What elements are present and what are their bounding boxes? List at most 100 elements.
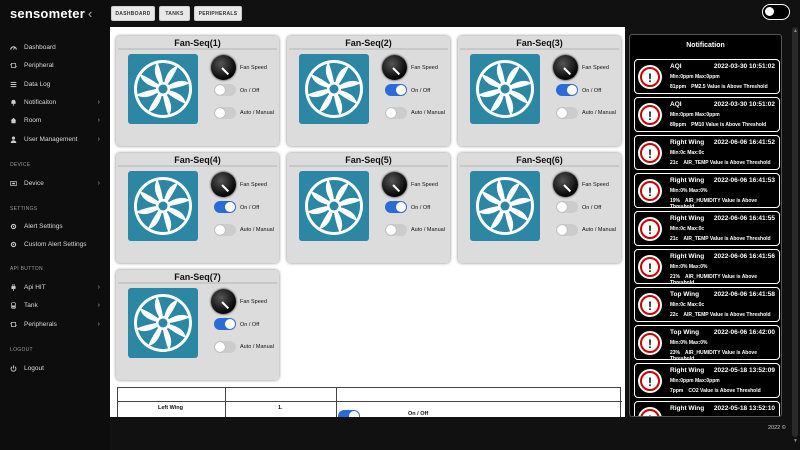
sidebar-item-custom-alert-settings[interactable]: Custom Alert Settings [0, 237, 110, 251]
switch-knob [225, 202, 235, 212]
sidebar-item-label: Alert Settings [24, 222, 63, 230]
notification-item[interactable]: ! Right Wing 2022-06-06 16:41:56 Min:0% Max… [634, 249, 780, 286]
alert-icon: ! [638, 179, 662, 203]
notification-item[interactable]: ! AQI 2022-03-30 10:51:02 Min:0ppm Max:0ppm… [634, 97, 780, 132]
switch-knob [215, 225, 225, 235]
alert-icon: ! [638, 407, 662, 416]
power-icon [10, 365, 17, 372]
fan-speed-label: Fan Speed [582, 182, 609, 188]
switch-knob [215, 85, 225, 95]
sidebar-item-label: Logout [24, 364, 44, 372]
fan-speed-knob[interactable] [211, 55, 236, 80]
auto-manual-switch[interactable] [385, 107, 407, 119]
notification-item[interactable]: ! Right Wing 2022-05-18 13:52:09 Min:0ppm M… [634, 363, 780, 398]
theme-toggle[interactable] [762, 4, 790, 20]
on-off-switch[interactable] [556, 201, 578, 213]
sidebar-item-room[interactable]: Room › [0, 113, 110, 127]
notification-value: 22c [670, 312, 679, 318]
tab-peripherals[interactable]: PERIPHERALS [194, 6, 242, 21]
table-cell-number: 1. [278, 405, 283, 411]
on-off-switch[interactable] [385, 201, 407, 213]
fan-speed-knob[interactable] [382, 172, 407, 197]
auto-manual-switch[interactable] [214, 107, 236, 119]
auto-manual-switch[interactable] [556, 107, 578, 119]
sidebar-item-label: Api HIT [24, 283, 46, 291]
fan-icon [128, 288, 198, 358]
sidebar-item-peripheral[interactable]: Peripheral [0, 58, 110, 72]
auto-manual-label: Auto / Manual [582, 110, 616, 116]
notification-value: 81ppm [670, 84, 687, 90]
on-off-switch[interactable] [214, 318, 236, 330]
auto-manual-label: Auto / Manual [411, 227, 445, 233]
section-title-api: API BUTTON [10, 266, 43, 272]
notification-minmax: Min:0% Max:0% [670, 340, 708, 346]
sidebar-item-alert-settings[interactable]: Alert Settings [0, 219, 110, 233]
fan-speed-label: Fan Speed [240, 65, 267, 71]
tab-dashboard[interactable]: DASHBOARD [111, 6, 155, 21]
auto-manual-label: Auto / Manual [582, 227, 616, 233]
on-off-switch[interactable] [385, 84, 407, 96]
switch-knob [557, 202, 567, 212]
notification-location: Right Wing [670, 367, 705, 374]
on-off-label: On / Off [240, 205, 260, 211]
sidebar-item-device[interactable]: Device › [0, 176, 110, 190]
fan-icon [470, 54, 540, 124]
switch-knob [567, 85, 577, 95]
switch-knob [396, 85, 406, 95]
fan-icon [299, 54, 369, 124]
chevron-right-icon: › [97, 135, 100, 143]
fan-speed-knob[interactable] [553, 172, 578, 197]
scroll-down-icon[interactable]: ▼ [793, 438, 798, 444]
notification-message: 22c AIR_TEMP Value is Above Threshold [670, 312, 771, 318]
notification-timestamp: 2022-05-18 13:52:09 [713, 367, 775, 374]
divider [118, 165, 277, 167]
scrollbar[interactable] [792, 27, 798, 437]
fan-title: Fan-Seq(6) [516, 155, 563, 165]
notification-item[interactable]: ! Right Wing 2022-06-06 16:41:52 Min:0c Max… [634, 135, 780, 170]
section-title-settings: SETTINGS [10, 206, 38, 212]
sidebar-item-label: User Management [24, 135, 78, 143]
notification-minmax: Min:0ppm Max:0ppm [670, 416, 720, 417]
notification-item[interactable]: ! Top Wing 2022-06-06 16:41:58 Min:0c Max:0… [634, 287, 780, 322]
notification-timestamp: 2022-06-06 16:41:52 [713, 139, 775, 146]
notification-minmax: Min:0% Max:0% [670, 188, 708, 194]
sidebar-item-data-log[interactable]: Data Log [0, 77, 110, 91]
sidebar-item-api-hit[interactable]: Api HIT › [0, 280, 110, 294]
list-icon [10, 81, 17, 88]
on-off-switch[interactable] [214, 84, 236, 96]
sidebar-item-user-management[interactable]: User Management › [0, 132, 110, 146]
tank-icon [10, 302, 16, 309]
notification-item[interactable]: ! Right Wing 2022-06-06 16:41:53 Min:0% Max… [634, 173, 780, 210]
auto-manual-switch[interactable] [214, 224, 236, 236]
chevron-left-icon[interactable]: ‹ [88, 6, 93, 21]
brand-logo[interactable]: sensometer ‹ [10, 6, 92, 21]
sidebar-item-dashboard[interactable]: Dashboard [0, 40, 110, 54]
on-off-switch[interactable] [556, 84, 578, 96]
sidebar-item-peripherals[interactable]: Peripherals › [0, 317, 110, 331]
sidebar-item-logout[interactable]: Logout [0, 361, 110, 375]
notification-location: AQI [670, 63, 682, 70]
wing-switch[interactable] [338, 410, 360, 417]
notification-item[interactable]: ! Top Wing 2022-06-06 16:42:00 Min:0% Max:0… [634, 325, 780, 362]
app-root: sensometer ‹ Dashboard Peripheral Data L… [0, 0, 800, 450]
auto-manual-switch[interactable] [556, 224, 578, 236]
fan-speed-knob[interactable] [211, 289, 236, 314]
main-content: Fan-Seq(1) Fan Speed On / Off Auto / Manual… [110, 27, 625, 417]
scroll-up-icon[interactable]: ▲ [793, 28, 798, 34]
notification-item[interactable]: ! Right Wing 2022-05-18 13:52:10 Min:0ppm M… [634, 401, 780, 417]
sidebar-item-notification[interactable]: Notificaiton › [0, 95, 110, 109]
sidebar-item-tank[interactable]: Tank › [0, 298, 110, 312]
tab-tanks[interactable]: TANKS [159, 6, 190, 21]
auto-manual-switch[interactable] [385, 224, 407, 236]
on-off-switch[interactable] [214, 201, 236, 213]
notification-item[interactable]: ! AQI 2022-03-30 10:51:02 Min:0ppm Max:0ppm… [634, 59, 780, 94]
notification-item[interactable]: ! Right Wing 2022-06-06 16:41:55 Min:0c Max… [634, 211, 780, 246]
fan-speed-knob[interactable] [382, 55, 407, 80]
fan-speed-knob[interactable] [553, 55, 578, 80]
notification-location: Right Wing [670, 139, 705, 146]
alert-icon: ! [638, 65, 662, 89]
auto-manual-switch[interactable] [214, 341, 236, 353]
home-icon [10, 117, 17, 124]
fan-speed-knob[interactable] [211, 172, 236, 197]
notification-minmax: Min:0ppm Max:0ppm [670, 112, 720, 118]
